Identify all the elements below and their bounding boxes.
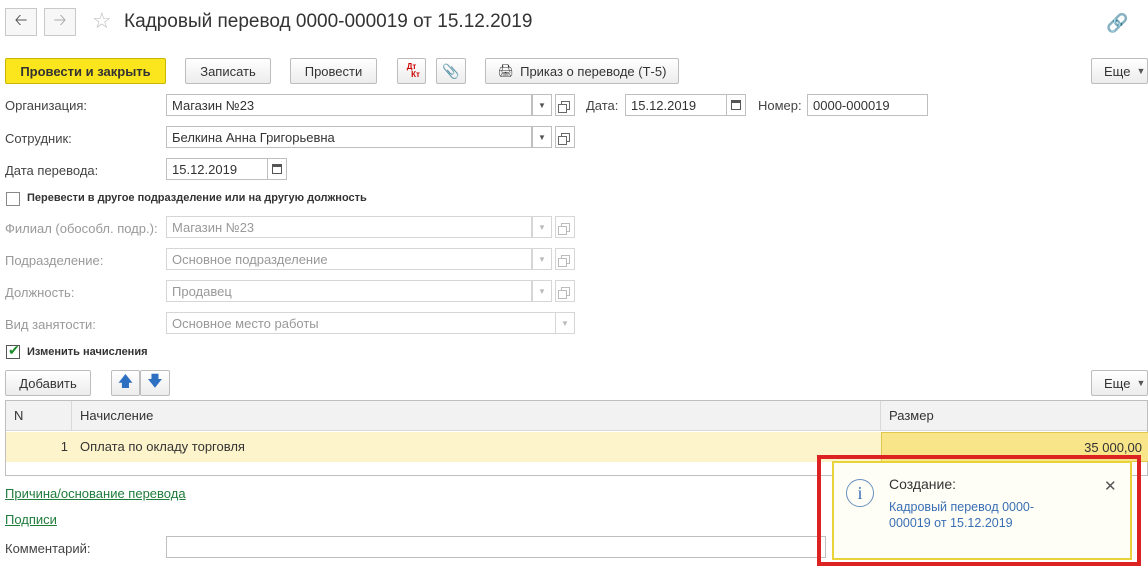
printer-icon: 🖨 <box>497 63 515 78</box>
favorite-star-icon[interactable]: ☆ <box>92 8 112 34</box>
reason-link[interactable]: Причина/основание перевода <box>5 486 186 501</box>
date-label: Дата: <box>586 98 619 113</box>
caret-down-icon: ▼ <box>538 222 546 232</box>
post-and-close-button[interactable]: Провести и закрыть <box>5 58 166 84</box>
number-field[interactable]: 0000-000019 <box>807 94 928 116</box>
open-icon <box>557 222 570 235</box>
transfer-checkbox-label: Перевести в другое подразделение или на … <box>27 192 367 204</box>
calendar-icon <box>731 100 741 110</box>
change-accruals-checkbox[interactable] <box>6 342 20 359</box>
caret-down-icon: ▼ <box>561 318 569 328</box>
link-icon[interactable]: 🔗 <box>1106 13 1128 34</box>
notification-text[interactable]: Кадровый перевод 0000-000019 от 15.12.20… <box>889 499 1064 531</box>
column-header-n[interactable]: N <box>6 401 72 431</box>
department-label: Подразделение: <box>5 253 104 268</box>
save-button[interactable]: Записать <box>185 58 271 84</box>
attach-button[interactable]: 📎 <box>436 58 466 84</box>
arrow-up-icon: 🡅 <box>117 372 134 390</box>
arrow-right-icon: 🡢 <box>53 11 67 29</box>
more-label: Еще <box>1104 63 1131 79</box>
org-field[interactable]: Магазин №23 <box>166 94 532 116</box>
post-button[interactable]: Провести <box>290 58 377 84</box>
branch-label: Филиал (обособл. подр.): <box>5 221 158 236</box>
arrow-left-icon: 🡠 <box>14 11 28 29</box>
table-header: N Начисление Размер <box>6 401 1147 431</box>
caret-down-icon: ▼ <box>1136 378 1146 388</box>
number-label: Номер: <box>758 98 802 113</box>
move-up-button[interactable]: 🡅 <box>111 370 140 396</box>
notification-title: Создание: <box>889 476 957 492</box>
paperclip-icon: 📎 <box>442 62 460 79</box>
forward-button[interactable]: 🡢 <box>44 8 76 36</box>
column-header-accrual[interactable]: Начисление <box>72 401 881 431</box>
change-accruals-label: Изменить начисления <box>27 346 148 358</box>
employment-label: Вид занятости: <box>5 317 96 332</box>
info-icon: i <box>846 479 874 507</box>
position-dropdown-button: ▼ <box>532 280 552 302</box>
employee-dropdown-button[interactable]: ▼ <box>532 126 552 148</box>
date-calendar-button[interactable] <box>726 94 746 116</box>
signatures-link[interactable]: Подписи <box>5 512 57 527</box>
more-button[interactable]: Еще ▼ <box>1091 58 1148 84</box>
transfer-date-calendar-button[interactable] <box>267 158 287 180</box>
org-open-button[interactable] <box>555 94 575 116</box>
employee-open-button[interactable] <box>555 126 575 148</box>
department-field: Основное подразделение <box>166 248 532 270</box>
transfer-date-field[interactable]: 15.12.2019 <box>166 158 268 180</box>
transfer-checkbox[interactable] <box>6 192 20 206</box>
position-field: Продавец <box>166 280 532 302</box>
column-header-amount[interactable]: Размер <box>881 401 1148 431</box>
close-icon[interactable]: ✕ <box>1104 477 1117 495</box>
notification-popup[interactable]: i Создание: Кадровый перевод 0000-000019… <box>832 461 1132 560</box>
arrow-down-icon: 🡇 <box>147 372 163 390</box>
comment-label: Комментарий: <box>5 541 91 556</box>
move-down-button[interactable]: 🡇 <box>140 370 170 396</box>
print-order-button[interactable]: 🖨 Приказ о переводе (Т-5) <box>485 58 679 84</box>
branch-dropdown-button: ▼ <box>532 216 552 238</box>
more-vertical-icon[interactable]: ⋮ <box>1140 10 1148 31</box>
branch-field: Магазин №23 <box>166 216 532 238</box>
dtkt-button[interactable]: Дт Кт <box>397 58 426 84</box>
caret-down-icon: ▼ <box>538 286 546 296</box>
row-accrual: Оплата по окладу торговля <box>80 439 245 454</box>
row-number: 1 <box>60 439 68 454</box>
caret-down-icon: ▼ <box>538 254 546 264</box>
org-dropdown-button[interactable]: ▼ <box>532 94 552 116</box>
page-title: Кадровый перевод 0000-000019 от 15.12.20… <box>124 11 533 32</box>
calendar-icon <box>272 164 282 174</box>
open-icon <box>557 132 570 145</box>
department-open-button <box>555 248 575 270</box>
employee-field[interactable]: Белкина Анна Григорьевна <box>166 126 532 148</box>
caret-down-icon: ▼ <box>1136 66 1146 76</box>
add-row-button[interactable]: Добавить <box>5 370 91 396</box>
caret-down-icon: ▼ <box>538 100 546 110</box>
print-order-label: Приказ о переводе (Т-5) <box>520 63 667 79</box>
position-label: Должность: <box>5 285 75 300</box>
open-icon <box>557 100 570 113</box>
date-field[interactable]: 15.12.2019 <box>625 94 727 116</box>
open-icon <box>557 254 570 267</box>
department-dropdown-button: ▼ <box>532 248 552 270</box>
branch-open-button <box>555 216 575 238</box>
org-label: Организация: <box>5 98 88 113</box>
comment-field[interactable] <box>166 536 826 558</box>
table-more-label: Еще <box>1104 375 1131 391</box>
position-open-button <box>555 280 575 302</box>
employment-field: Основное место работы <box>166 312 556 334</box>
kt-label: Кт <box>411 70 420 79</box>
table-more-button[interactable]: Еще ▼ <box>1091 370 1148 396</box>
open-icon <box>557 286 570 299</box>
caret-down-icon: ▼ <box>538 132 546 142</box>
employment-dropdown-button: ▼ <box>555 312 575 334</box>
employee-label: Сотрудник: <box>5 131 72 146</box>
back-button[interactable]: 🡠 <box>5 8 37 36</box>
transfer-date-label: Дата перевода: <box>5 163 99 178</box>
